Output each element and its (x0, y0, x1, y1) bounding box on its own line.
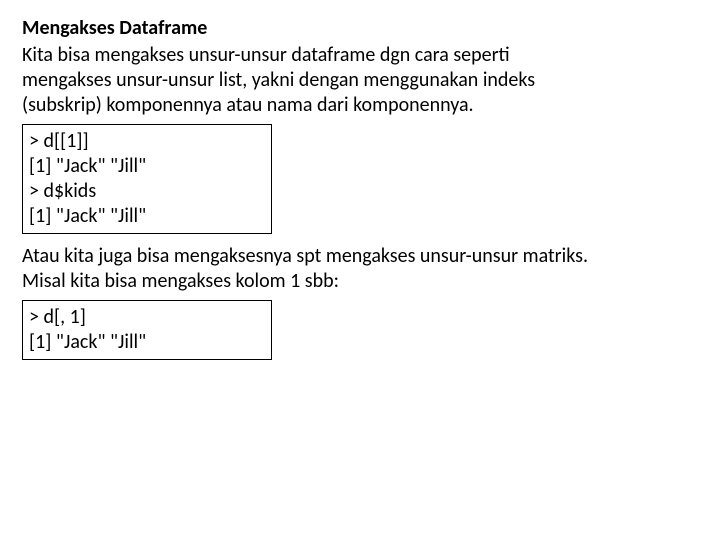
code-block-2: > d[, 1] [1] "Jack" "Jill" (22, 300, 272, 360)
text-line: Misal kita bisa mengakses kolom 1 sbb: (22, 269, 698, 294)
text-line: Kita bisa mengakses unsur-unsur datafram… (22, 43, 698, 68)
code-line: > d$kids (29, 179, 265, 204)
text-line: Atau kita juga bisa mengaksesnya spt men… (22, 244, 698, 269)
paragraph-2: Atau kita juga bisa mengaksesnya spt men… (22, 244, 698, 294)
code-block-1: > d[[1]] [1] "Jack" "Jill" > d$kids [1] … (22, 124, 272, 234)
text-line: mengakses unsur-unsur list, yakni dengan… (22, 68, 698, 93)
code-line: [1] "Jack" "Jill" (29, 204, 265, 229)
code-line: > d[, 1] (29, 305, 265, 330)
code-line: [1] "Jack" "Jill" (29, 330, 265, 355)
slide-content: Mengakses Dataframe Kita bisa mengakses … (0, 0, 720, 386)
code-line: > d[[1]] (29, 129, 265, 154)
paragraph-1: Kita bisa mengakses unsur-unsur datafram… (22, 43, 698, 118)
heading: Mengakses Dataframe (22, 16, 698, 41)
text-line: (subskrip) komponennya atau nama dari ko… (22, 93, 698, 118)
code-line: [1] "Jack" "Jill" (29, 154, 265, 179)
